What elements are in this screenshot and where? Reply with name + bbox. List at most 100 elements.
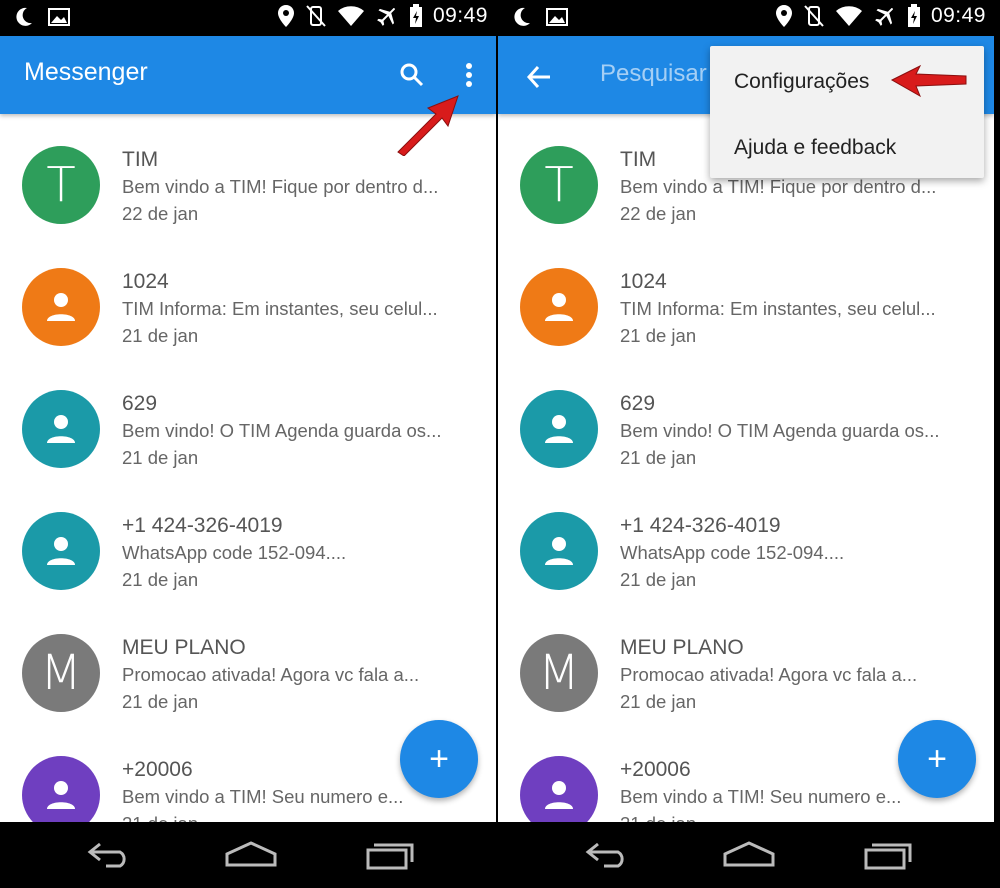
wifi-icon: [835, 5, 863, 27]
conversation-name: 1024: [122, 270, 169, 293]
airplane-icon: [375, 4, 399, 28]
conversation-item[interactable]: +1 424-326-4019 WhatsApp code 152-094...…: [0, 480, 496, 602]
conversation-snippet: Bem vindo a TIM! Seu numero e...: [620, 786, 902, 807]
status-bar: 09:49: [498, 0, 994, 36]
left-screen: 09:49 Messenger T TIM Bem vindo a TIM! F…: [0, 0, 496, 888]
conversation-name: TIM: [122, 148, 159, 171]
battery-icon: [907, 4, 921, 28]
conversation-item[interactable]: M MEU PLANO Promocao ativada! Agora vc f…: [498, 602, 994, 724]
navigation-bar: [0, 822, 496, 888]
conversation-snippet: Bem vindo a TIM! Seu numero e...: [122, 786, 404, 807]
conversation-item[interactable]: 1024 TIM Informa: Em instantes, seu celu…: [0, 236, 496, 358]
conversation-date: 21 de jan: [620, 813, 696, 822]
more-options-button[interactable]: [452, 58, 486, 92]
conversation-snippet: Promocao ativada! Agora vc fala a...: [620, 664, 918, 685]
right-screen: 09:49 Pesquisar T TIM Bem vindo a TIM! F…: [498, 0, 994, 888]
conversation-item[interactable]: M MEU PLANO Promocao ativada! Agora vc f…: [0, 602, 496, 724]
conversation-date: 22 de jan: [620, 203, 697, 224]
nav-back-icon[interactable]: [584, 840, 632, 873]
conversation-name: +1 424-326-4019: [122, 514, 283, 537]
airplane-icon: [873, 4, 897, 28]
person-icon: [47, 781, 75, 809]
conversation-date: 21 de jan: [620, 325, 697, 346]
person-icon: [47, 293, 75, 321]
avatar: [22, 268, 100, 346]
new-conversation-button[interactable]: +: [898, 720, 976, 798]
image-icon: [546, 7, 568, 27]
conversation-item[interactable]: 629 Bem vindo! O TIM Agenda guarda os...…: [0, 358, 496, 480]
location-icon: [277, 4, 295, 28]
person-icon: [47, 537, 75, 565]
conversation-item[interactable]: 1024 TIM Informa: Em instantes, seu celu…: [498, 236, 994, 358]
annotation-arrow: [397, 95, 459, 156]
app-title: Messenger: [24, 58, 148, 86]
conversation-snippet: WhatsApp code 152-094....: [620, 542, 845, 563]
conversation-item[interactable]: +1 424-326-4019 WhatsApp code 152-094...…: [498, 480, 994, 602]
conversation-name: 629: [620, 392, 656, 415]
back-button[interactable]: [522, 60, 556, 94]
person-icon: [545, 415, 573, 443]
conversation-name: +20006: [122, 758, 193, 781]
menu-item-help-feedback[interactable]: Ajuda e feedback: [734, 136, 896, 160]
conversation-name: +20006: [620, 758, 691, 781]
battery-icon: [409, 4, 423, 28]
avatar: [520, 756, 598, 822]
menu-item-settings[interactable]: Configurações: [734, 70, 869, 94]
avatar: [520, 512, 598, 590]
avatar: [520, 390, 598, 468]
moon-icon: [512, 6, 532, 28]
person-icon: [47, 415, 75, 443]
clock: 09:49: [930, 4, 986, 27]
conversation-date: 21 de jan: [122, 813, 198, 822]
conversation-snippet: Bem vindo! O TIM Agenda guarda os...: [122, 420, 442, 441]
avatar: [22, 512, 100, 590]
conversation-name: 629: [122, 392, 158, 415]
avatar: M: [520, 634, 598, 712]
conversation-name: MEU PLANO: [620, 636, 744, 659]
conversation-list: T TIM Bem vindo a TIM! Fique por dentro …: [498, 114, 994, 822]
avatar: T: [520, 146, 598, 224]
back-arrow-icon: [526, 65, 550, 89]
status-bar: 09:49: [0, 0, 496, 36]
nav-back-icon[interactable]: [86, 840, 134, 873]
search-input[interactable]: Pesquisar: [600, 60, 707, 88]
conversation-snippet: TIM Informa: Em instantes, seu celul...: [620, 298, 936, 319]
nav-home-icon[interactable]: [722, 840, 776, 873]
person-icon: [545, 537, 573, 565]
conversation-snippet: WhatsApp code 152-094....: [122, 542, 347, 563]
conversation-item[interactable]: 629 Bem vindo! O TIM Agenda guarda os...…: [498, 358, 994, 480]
search-icon: [400, 63, 424, 87]
conversation-date: 22 de jan: [122, 203, 199, 224]
conversation-date: 21 de jan: [620, 447, 697, 468]
conversation-name: TIM: [620, 148, 657, 171]
conversation-snippet: Bem vindo a TIM! Fique por dentro d...: [620, 176, 937, 197]
conversation-snippet: TIM Informa: Em instantes, seu celul...: [122, 298, 438, 319]
image-icon: [48, 7, 70, 27]
person-icon: [545, 781, 573, 809]
annotation-arrow: [890, 64, 967, 98]
conversation-date: 21 de jan: [122, 569, 199, 590]
nav-recents-icon[interactable]: [366, 840, 416, 875]
conversation-date: 21 de jan: [122, 691, 199, 712]
avatar: [520, 268, 598, 346]
conversation-date: 21 de jan: [122, 447, 199, 468]
conversation-name: 1024: [620, 270, 667, 293]
new-conversation-button[interactable]: +: [400, 720, 478, 798]
conversation-date: 21 de jan: [620, 691, 697, 712]
conversation-snippet: Bem vindo a TIM! Fique por dentro d...: [122, 176, 439, 197]
avatar: M: [22, 634, 100, 712]
clock: 09:49: [432, 4, 488, 27]
nav-recents-icon[interactable]: [864, 840, 914, 875]
location-icon: [775, 4, 793, 28]
conversation-snippet: Bem vindo! O TIM Agenda guarda os...: [620, 420, 940, 441]
vibrate-off-icon: [803, 4, 825, 28]
nav-home-icon[interactable]: [224, 840, 278, 873]
avatar: T: [22, 146, 100, 224]
vibrate-off-icon: [305, 4, 327, 28]
conversation-name: MEU PLANO: [122, 636, 246, 659]
moon-icon: [14, 6, 34, 28]
avatar: [22, 756, 100, 822]
conversation-date: 21 de jan: [122, 325, 199, 346]
search-button[interactable]: [395, 58, 429, 92]
avatar: [22, 390, 100, 468]
